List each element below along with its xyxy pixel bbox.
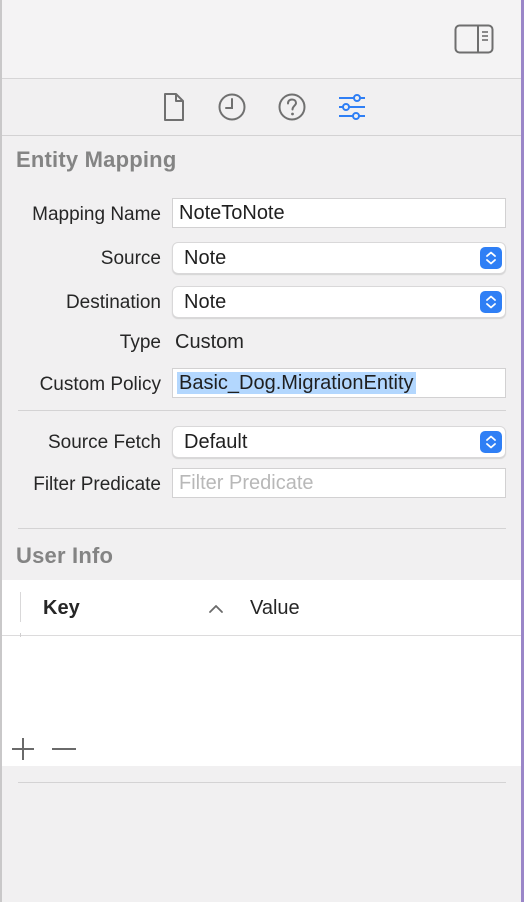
user-info-title: User Info bbox=[16, 543, 114, 568]
type-value: Custom bbox=[175, 331, 244, 353]
source-label: Source bbox=[100, 248, 161, 269]
divider bbox=[18, 528, 506, 529]
custom-policy-value: Basic_Dog.MigrationEntity bbox=[177, 372, 416, 394]
add-button[interactable] bbox=[10, 736, 36, 762]
value-column-header[interactable]: Value bbox=[250, 597, 300, 620]
source-fetch-label: Source Fetch bbox=[48, 432, 161, 453]
source-fetch-popup[interactable]: Default bbox=[172, 426, 506, 458]
destination-popup[interactable]: Note bbox=[172, 286, 506, 318]
source-popup-value: Note bbox=[184, 247, 227, 269]
table-header: Key Value bbox=[2, 580, 521, 636]
chevron-updown-icon bbox=[480, 291, 502, 313]
column-separator bbox=[20, 633, 21, 637]
custom-policy-field[interactable]: Basic_Dog.MigrationEntity bbox=[172, 368, 506, 398]
chevron-updown-icon bbox=[480, 247, 502, 269]
entity-mapping-title: Entity Mapping bbox=[16, 147, 177, 172]
source-fetch-value: Default bbox=[184, 431, 248, 453]
sliders-icon[interactable] bbox=[336, 91, 368, 123]
chevron-updown-icon bbox=[480, 431, 502, 453]
column-separator bbox=[20, 592, 21, 622]
type-label: Type bbox=[119, 332, 161, 353]
toolbar bbox=[2, 0, 521, 79]
mapping-name-field[interactable]: NoteToNote bbox=[172, 198, 506, 228]
document-icon[interactable] bbox=[158, 91, 190, 123]
clock-icon[interactable] bbox=[216, 91, 248, 123]
divider bbox=[18, 410, 506, 411]
destination-popup-value: Note bbox=[184, 291, 227, 313]
destination-label: Destination bbox=[65, 292, 161, 313]
filter-predicate-field[interactable]: Filter Predicate bbox=[172, 468, 506, 498]
key-column-header[interactable]: Key bbox=[43, 597, 80, 620]
custom-policy-label: Custom Policy bbox=[39, 374, 161, 395]
inspector-tabs bbox=[2, 79, 521, 136]
mapping-name-label: Mapping Name bbox=[32, 204, 161, 225]
question-icon[interactable] bbox=[276, 91, 308, 123]
divider bbox=[18, 782, 506, 783]
filter-predicate-label: Filter Predicate bbox=[33, 474, 161, 495]
source-popup[interactable]: Note bbox=[172, 242, 506, 274]
inspector-toggle-icon[interactable] bbox=[454, 24, 494, 54]
remove-button[interactable] bbox=[50, 736, 78, 762]
sort-ascending-icon[interactable] bbox=[208, 602, 224, 614]
user-info-table: Key Value bbox=[2, 580, 521, 766]
